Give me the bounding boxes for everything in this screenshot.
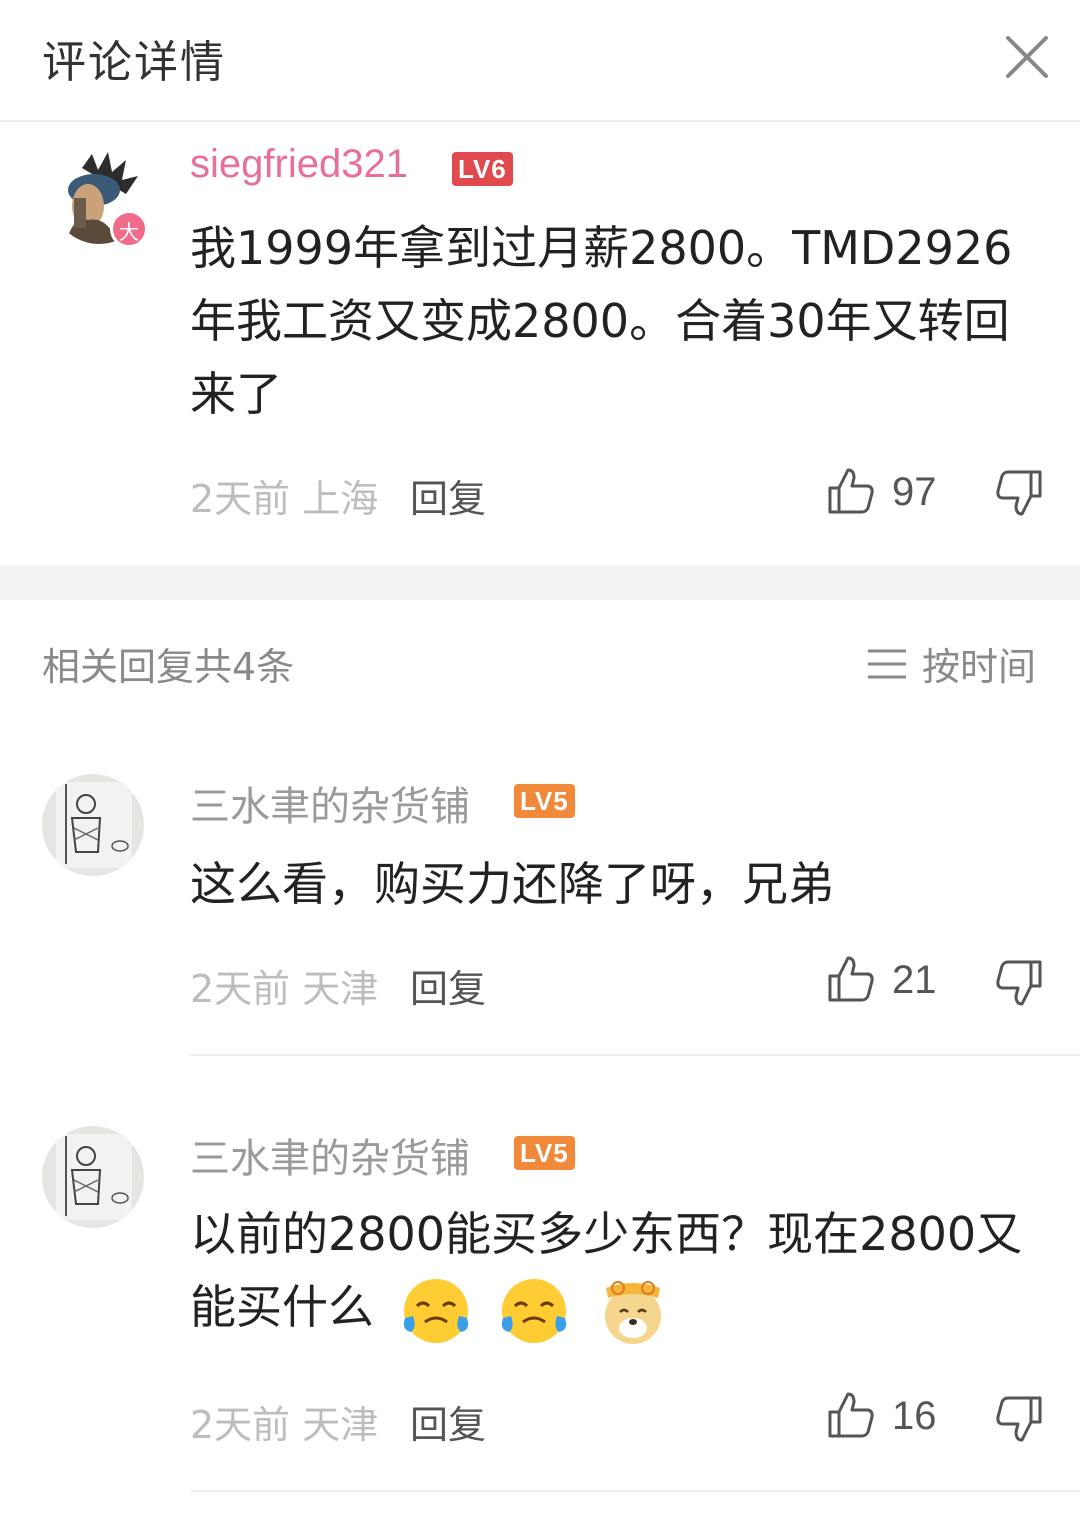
comment-meta: 2天前 上海 <box>190 468 378 523</box>
reply-button[interactable]: 回复 <box>410 468 486 523</box>
sort-button[interactable]: 按时间 <box>866 636 1036 691</box>
comment-text: 这么看，购买力还降了呀，兄弟 <box>190 857 834 911</box>
thumbs-down-icon[interactable] <box>994 468 1044 518</box>
username[interactable]: 三水聿的杂货铺 <box>190 774 470 832</box>
username[interactable]: 三水聿的杂货铺 <box>190 1126 470 1184</box>
comment-location: 天津 <box>302 1403 379 1447</box>
username[interactable]: siegfried321 <box>190 142 408 187</box>
comment-text: 我1999年拿到过月薪2800。TMD2926年我工资又变成2800。合着30年… <box>190 221 1013 421</box>
verified-badge: 大 <box>110 210 148 248</box>
avatar[interactable] <box>42 774 144 876</box>
doge-emoji <box>604 1280 661 1344</box>
comment-text: 以前的2800能买多少东西？现在2800又能买什么 <box>190 1198 1050 1348</box>
reply-button[interactable]: 回复 <box>410 958 486 1013</box>
comment-time: 2天前 <box>190 967 291 1011</box>
comment-meta: 2天前 天津 <box>190 958 378 1013</box>
comment-location: 上海 <box>302 477 379 521</box>
divider <box>190 1054 1080 1056</box>
thumbs-down-icon[interactable] <box>994 958 1044 1008</box>
reply-button[interactable]: 回复 <box>410 1394 486 1449</box>
comment-location: 天津 <box>302 967 379 1011</box>
divider <box>190 1490 1080 1492</box>
thumbs-down-icon[interactable] <box>994 1394 1044 1444</box>
header: 评论详情 <box>0 0 1080 122</box>
comment-meta: 2天前 天津 <box>190 1394 378 1449</box>
level-badge: LV5 <box>514 784 575 818</box>
comment-time: 2天前 <box>190 477 291 521</box>
level-badge: LV6 <box>452 152 513 186</box>
replies-count: 相关回复共4条 <box>42 645 295 689</box>
thumbs-up-icon[interactable] <box>826 466 876 516</box>
close-icon[interactable] <box>1002 32 1052 82</box>
crying-laughing-emoji <box>403 1278 468 1343</box>
like-count: 21 <box>892 958 937 1002</box>
like-count: 97 <box>892 470 937 514</box>
avatar[interactable] <box>42 1126 144 1228</box>
menu-icon <box>867 649 906 678</box>
thumbs-up-icon[interactable] <box>826 1390 876 1440</box>
page-title: 评论详情 <box>42 37 226 88</box>
thumbs-up-icon[interactable] <box>826 954 876 1004</box>
section-gap <box>0 566 1080 600</box>
comment-time: 2天前 <box>190 1403 291 1447</box>
like-count: 16 <box>892 1394 937 1438</box>
crying-laughing-emoji <box>502 1278 567 1343</box>
sort-label: 按时间 <box>921 645 1036 689</box>
level-badge: LV5 <box>514 1136 575 1170</box>
